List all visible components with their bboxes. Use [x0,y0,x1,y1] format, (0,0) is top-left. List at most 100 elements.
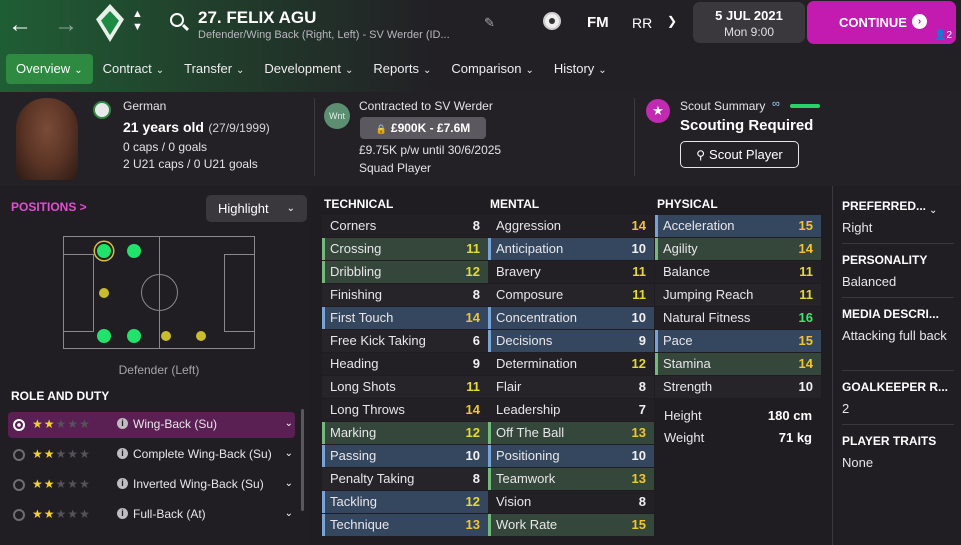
club-badge-icon[interactable]: Wnt [324,103,350,129]
highlight-dropdown-value: Highlight [218,201,269,216]
edit-pencil-icon[interactable]: ✎ [484,15,495,31]
role-row[interactable]: ★★★★★ i Full-Back (At) ⌄ [8,502,295,528]
position-dot-wbr[interactable] [127,329,141,343]
star-icon: ★ [67,477,80,491]
role-row[interactable]: ★★★★★ i Inverted Wing-Back (Su) ⌄ [8,472,295,498]
info-icon[interactable]: i [117,448,128,459]
role-row[interactable]: ★★★★★ i Complete Wing-Back (Su) ⌄ [8,442,295,468]
tab-comparison[interactable]: Comparison ⌄ [441,54,543,84]
attribute-row[interactable]: Tackling 12 [322,491,488,513]
attribute-row[interactable]: Finishing 8 [322,284,488,306]
attribute-row[interactable]: Flair 8 [488,376,654,398]
search-icon[interactable] [170,13,184,27]
role-radio[interactable] [13,479,25,491]
attribute-row[interactable]: Aggression 14 [488,215,654,237]
tab-transfer[interactable]: Transfer ⌄ [174,54,254,84]
role-radio[interactable] [13,509,25,521]
chevron-down-icon[interactable]: ⌄ [285,478,293,489]
attribute-value: 12 [465,425,480,440]
attribute-row[interactable]: Decisions 9 [488,330,654,352]
position-dot-wbl[interactable] [127,244,141,258]
attribute-row[interactable]: Stamina 14 [655,353,821,375]
continue-arrow-icon: › [912,14,927,29]
attribute-value: 14 [798,241,813,256]
attribute-row[interactable]: Off The Ball 13 [488,422,654,444]
scout-player-button[interactable]: ⚲ Scout Player [680,141,799,168]
player-switch-chevrons-icon[interactable]: ▲ ▼ [132,8,143,34]
attribute-row[interactable]: First Touch 14 [322,307,488,329]
divider [842,424,954,425]
position-dot-mr[interactable] [161,331,171,341]
rr-label[interactable]: RR [632,15,652,31]
position-dot-dm[interactable] [99,288,109,298]
attribute-row[interactable]: Long Throws 14 [322,399,488,421]
attribute-row[interactable]: Natural Fitness 16 [655,307,821,329]
attribute-value: 16 [798,310,813,325]
attribute-row[interactable]: Marking 12 [322,422,488,444]
chevron-down-icon[interactable]: ⌄ [285,418,293,429]
attribute-name: Crossing [330,241,382,256]
football-icon[interactable] [543,12,561,30]
attribute-row[interactable]: Strength 10 [655,376,821,398]
attribute-row[interactable]: Concentration 10 [488,307,654,329]
star-icon: ★ [55,417,68,431]
attribute-row[interactable]: Dribbling 12 [322,261,488,283]
attribute-row[interactable]: Determination 12 [488,353,654,375]
attribute-value: 13 [465,517,480,532]
info-icon[interactable]: i [117,418,128,429]
back-arrow-icon[interactable]: ← [8,11,32,39]
position-dot-dl[interactable] [97,244,111,258]
chevron-down-icon[interactable]: ⌄ [285,508,293,519]
attribute-row[interactable]: Work Rate 15 [488,514,654,536]
continue-button[interactable]: CONTINUE › 👤2 [807,1,956,44]
attribute-row[interactable]: Jumping Reach 11 [655,284,821,306]
fm-logo[interactable]: FM [587,14,609,31]
tab-bar: Overview ⌄ Contract ⌄ Transfer ⌄ Developmen… [6,54,617,84]
tab-reports[interactable]: Reports ⌄ [363,54,441,84]
chevron-down-icon: ⌄ [525,65,534,76]
role-rating-stars: ★★★★★ [32,447,91,461]
attribute-row[interactable]: Acceleration 15 [655,215,821,237]
attribute-row[interactable]: Agility 14 [655,238,821,260]
rr-chevron-down-icon[interactable]: ❯ [667,14,677,28]
attribute-value: 15 [798,218,813,233]
info-icon[interactable]: i [117,508,128,519]
attribute-row[interactable]: Positioning 10 [488,445,654,467]
attribute-row[interactable]: Technique 13 [322,514,488,536]
forward-arrow-icon[interactable]: → [54,11,78,39]
club-crest-icon[interactable] [96,4,124,42]
nation-flag-icon[interactable] [93,101,111,119]
attribute-row[interactable]: Pace 15 [655,330,821,352]
attribute-row[interactable]: Long Shots 11 [322,376,488,398]
role-radio[interactable] [13,449,25,461]
tab-contract[interactable]: Contract ⌄ [93,54,175,84]
attribute-row[interactable]: Penalty Taking 8 [322,468,488,490]
positions-title[interactable]: POSITIONS > [11,200,87,214]
attribute-row[interactable]: Heading 9 [322,353,488,375]
attribute-row[interactable]: Vision 8 [488,491,654,513]
tab-development[interactable]: Development ⌄ [254,54,363,84]
attribute-row[interactable]: Corners 8 [322,215,488,237]
attribute-row[interactable]: Free Kick Taking 6 [322,330,488,352]
info-icon[interactable]: i [117,478,128,489]
position-dot-dr[interactable] [97,329,111,343]
tab-overview[interactable]: Overview ⌄ [6,54,93,84]
highlight-dropdown[interactable]: Highlight ⌄ [206,195,307,222]
role-radio[interactable] [13,419,25,431]
chevron-down-icon[interactable]: ⌄ [929,205,937,216]
attribute-row[interactable]: Anticipation 10 [488,238,654,260]
attribute-row[interactable]: Crossing 11 [322,238,488,260]
position-dot-amr[interactable] [196,331,206,341]
attribute-row[interactable]: Composure 11 [488,284,654,306]
role-row[interactable]: ★★★★★ i Wing-Back (Su) ⌄ [8,412,295,438]
attribute-row[interactable]: Passing 10 [322,445,488,467]
attribute-row[interactable]: Teamwork 13 [488,468,654,490]
date-box[interactable]: 5 JUL 2021 Mon 9:00 [693,2,805,43]
tab-history[interactable]: History ⌄ [544,54,617,84]
role-list-scrollbar[interactable] [301,409,304,511]
transfer-value-pill[interactable]: 🔒 £900K - £7.6M [360,117,486,139]
chevron-down-icon[interactable]: ⌄ [285,448,293,459]
attribute-row[interactable]: Leadership 7 [488,399,654,421]
attribute-row[interactable]: Balance 11 [655,261,821,283]
attribute-row[interactable]: Bravery 11 [488,261,654,283]
